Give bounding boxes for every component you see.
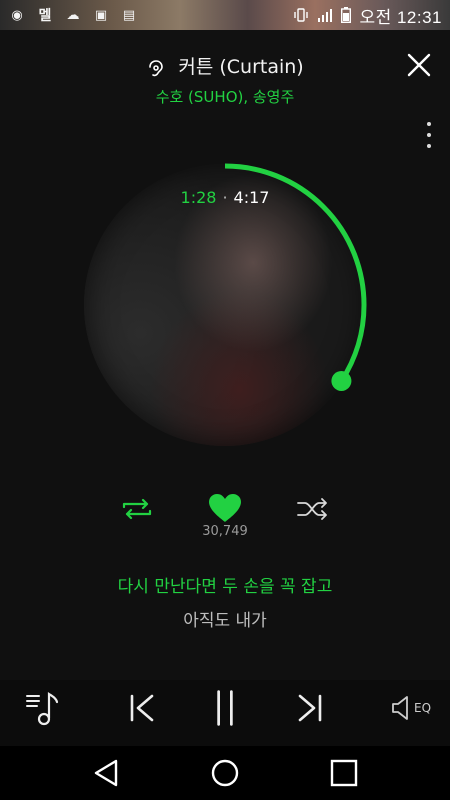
battery-icon [341, 7, 352, 23]
pause-icon[interactable] [208, 688, 242, 728]
equalizer-button[interactable]: EQ [388, 688, 434, 728]
recent-apps-icon[interactable] [329, 758, 359, 788]
status-bar: ◉ 멜 ☁ ▣ ▤ 오전 12:31 [0, 0, 450, 30]
player-header: 커튼 (Curtain) 수호 (SUHO), 송영주 [0, 30, 450, 120]
song-title-text: 커튼 (Curtain) [178, 56, 304, 78]
close-icon[interactable] [406, 52, 432, 78]
previous-icon[interactable] [124, 688, 160, 728]
current-time: 1:28 [180, 188, 217, 207]
system-nav-bar [0, 746, 450, 800]
image-icon: ▣ [94, 7, 108, 23]
status-time: 오전 12:31 [359, 7, 442, 27]
music-note-icon [149, 59, 164, 76]
song-artist[interactable]: 수호 (SUHO), 송영주 [0, 86, 450, 107]
home-icon[interactable] [210, 758, 240, 788]
eq-label: EQ [413, 701, 432, 715]
playlist-icon[interactable] [24, 688, 64, 728]
lyrics-next-line[interactable]: 아직도 내가 [0, 606, 450, 631]
shuffle-icon[interactable] [296, 498, 330, 520]
player-actions: 30,749 [0, 490, 450, 550]
player-main: 1:28 · 4:17 30,749 다시 만난다면 두 손을 꼭 잡고 아직도 내… [0, 120, 450, 680]
status-bar-right: 오전 12:31 [293, 3, 442, 28]
progress-arc [83, 163, 367, 447]
lyrics-current-line[interactable]: 다시 만난다면 두 손을 꼭 잡고 [0, 572, 450, 597]
signal-icon [318, 9, 333, 22]
more-options-icon[interactable] [422, 122, 436, 148]
time-display: 1:28 · 4:17 [0, 188, 450, 207]
time-separator: · [222, 188, 228, 207]
next-icon[interactable] [292, 688, 328, 728]
melon-app-icon: 멜 [38, 8, 52, 24]
heart-icon[interactable] [207, 492, 243, 524]
notification-icon: ◉ [11, 7, 23, 23]
repeat-icon[interactable] [120, 498, 154, 520]
total-time: 4:17 [233, 188, 270, 207]
song-title[interactable]: 커튼 (Curtain) [0, 52, 450, 79]
like-count: 30,749 [202, 524, 248, 539]
gallery-icon: ▤ [122, 7, 136, 23]
playback-controls: EQ [0, 680, 450, 746]
speaker-icon [392, 696, 408, 720]
cloud-icon: ☁ [66, 7, 80, 23]
vibrate-icon [294, 8, 309, 22]
back-icon[interactable] [91, 758, 121, 788]
progress-knob[interactable] [331, 370, 352, 391]
status-bar-left: ◉ 멜 ☁ ▣ ▤ [8, 7, 138, 25]
